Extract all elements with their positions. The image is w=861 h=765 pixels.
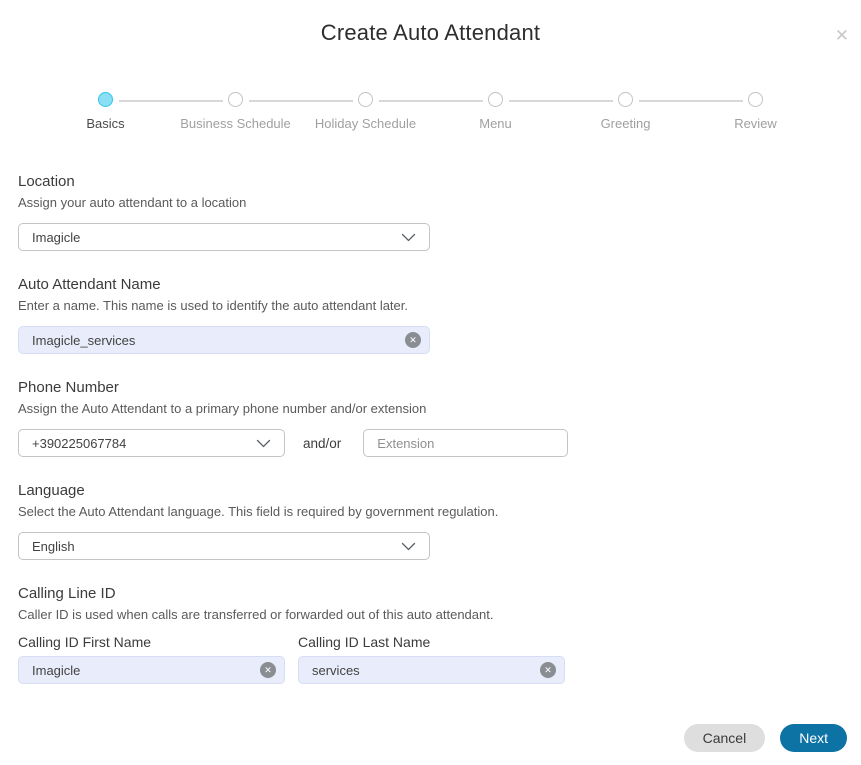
- location-description: Assign your auto attendant to a location: [18, 195, 843, 210]
- andor-label: and/or: [303, 436, 341, 451]
- dialog-footer: Cancel Next: [684, 724, 847, 752]
- calling-id-last-name-label: Calling ID Last Name: [298, 634, 565, 651]
- phone-number-select-value: +390225067784: [32, 436, 126, 451]
- language-heading: Language: [18, 482, 843, 500]
- auto-attendant-name-input[interactable]: [19, 327, 429, 353]
- extension-input[interactable]: [364, 430, 567, 456]
- language-select-value: English: [32, 539, 75, 554]
- step-holiday-schedule[interactable]: Holiday Schedule: [301, 92, 431, 131]
- step-label: Holiday Schedule: [315, 116, 416, 131]
- calling-line-id-section: Calling Line ID Caller ID is used when c…: [18, 585, 843, 684]
- extension-input-wrapper: [363, 429, 568, 457]
- location-section: Location Assign your auto attendant to a…: [18, 173, 843, 251]
- clear-icon[interactable]: ✕: [540, 662, 556, 678]
- cancel-button[interactable]: Cancel: [684, 724, 766, 752]
- step-label: Basics: [86, 116, 124, 131]
- name-heading: Auto Attendant Name: [18, 276, 843, 294]
- calling-id-first-name-column: Calling ID First Name ✕: [18, 634, 285, 684]
- phone-section: Phone Number Assign the Auto Attendant t…: [18, 379, 843, 457]
- step-circle-icon: [358, 92, 373, 107]
- chevron-down-icon: [256, 439, 271, 448]
- chevron-down-icon: [401, 542, 416, 551]
- calling-id-first-name-label: Calling ID First Name: [18, 634, 285, 651]
- name-description: Enter a name. This name is used to ident…: [18, 298, 843, 313]
- phone-number-select[interactable]: +390225067784: [18, 429, 285, 457]
- last-name-input-wrapper: ✕: [298, 656, 565, 684]
- calling-id-last-name-column: Calling ID Last Name ✕: [298, 634, 565, 684]
- step-label: Greeting: [601, 116, 651, 131]
- calling-line-id-heading: Calling Line ID: [18, 585, 843, 603]
- name-input-wrapper: ✕: [18, 326, 430, 354]
- language-description: Select the Auto Attendant language. This…: [18, 504, 843, 519]
- step-circle-icon: [228, 92, 243, 107]
- step-circle-icon: [488, 92, 503, 107]
- basics-form: Location Assign your auto attendant to a…: [0, 173, 861, 684]
- step-label: Menu: [479, 116, 512, 131]
- step-greeting[interactable]: Greeting: [561, 92, 691, 131]
- step-circle-icon: [618, 92, 633, 107]
- clear-icon[interactable]: ✕: [260, 662, 276, 678]
- calling-id-first-name-input[interactable]: [19, 657, 284, 683]
- step-circle-icon: [748, 92, 763, 107]
- location-select-value: Imagicle: [32, 230, 80, 245]
- wizard-stepper: Basics Business Schedule Holiday Schedul…: [41, 92, 821, 131]
- step-label: Business Schedule: [180, 116, 291, 131]
- name-section: Auto Attendant Name Enter a name. This n…: [18, 276, 843, 354]
- clear-icon[interactable]: ✕: [405, 332, 421, 348]
- language-section: Language Select the Auto Attendant langu…: [18, 482, 843, 560]
- step-basics[interactable]: Basics: [41, 92, 171, 131]
- location-heading: Location: [18, 173, 843, 191]
- step-label: Review: [734, 116, 777, 131]
- step-review[interactable]: Review: [691, 92, 821, 131]
- next-button[interactable]: Next: [780, 724, 847, 752]
- step-circle-icon: [98, 92, 113, 107]
- step-menu[interactable]: Menu: [431, 92, 561, 131]
- location-select[interactable]: Imagicle: [18, 223, 430, 251]
- step-business-schedule[interactable]: Business Schedule: [171, 92, 301, 131]
- close-icon[interactable]: ✕: [835, 26, 849, 46]
- calling-line-id-description: Caller ID is used when calls are transfe…: [18, 607, 843, 622]
- phone-description: Assign the Auto Attendant to a primary p…: [18, 401, 843, 416]
- language-select[interactable]: English: [18, 532, 430, 560]
- calling-id-last-name-input[interactable]: [299, 657, 564, 683]
- chevron-down-icon: [401, 233, 416, 242]
- phone-heading: Phone Number: [18, 379, 843, 397]
- page-title: Create Auto Attendant: [0, 20, 861, 46]
- first-name-input-wrapper: ✕: [18, 656, 285, 684]
